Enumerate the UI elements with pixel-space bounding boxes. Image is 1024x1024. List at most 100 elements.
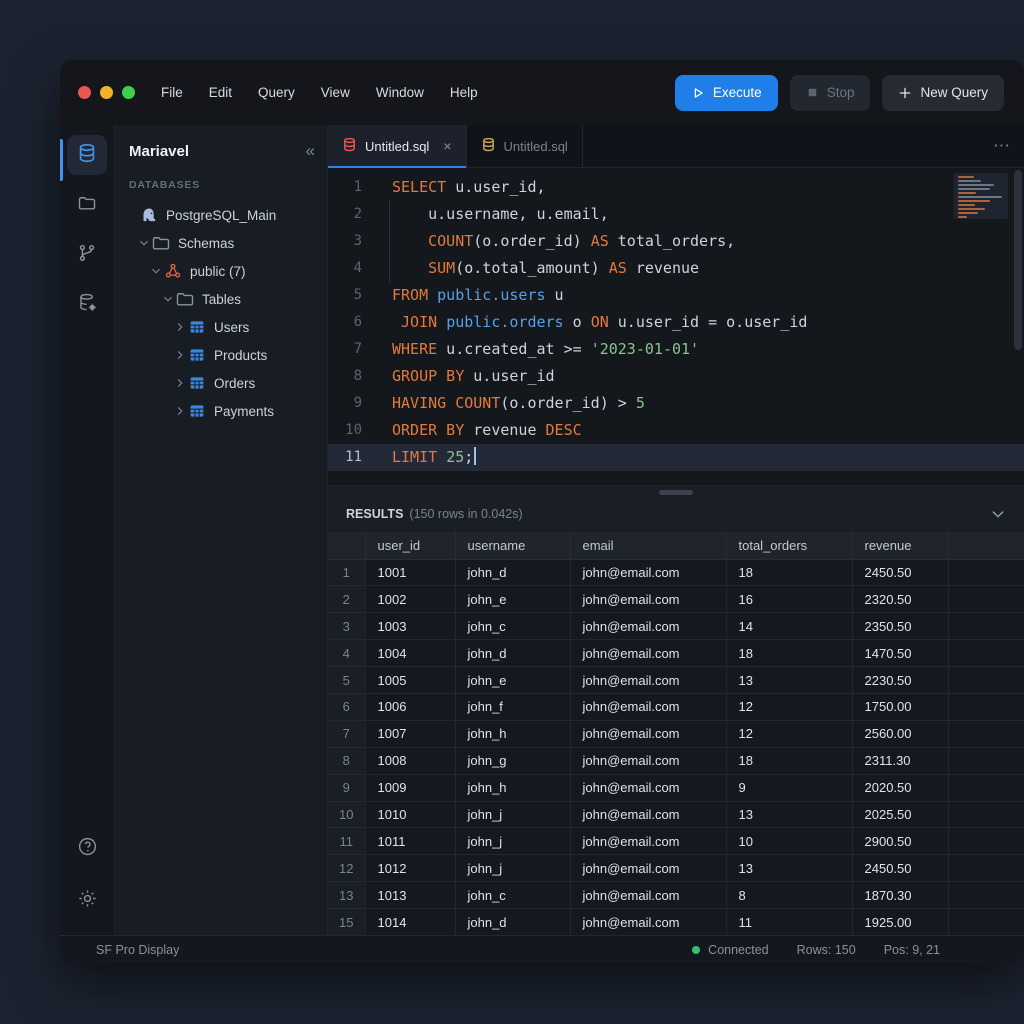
chevron-down-icon (161, 293, 175, 305)
table-row[interactable]: 41004john_djohn@email.com181470.50 (328, 640, 1024, 667)
rail-connections-button[interactable] (67, 235, 107, 275)
table-row[interactable]: 111011john_jjohn@email.com102900.50 (328, 828, 1024, 855)
code-text: FROM public.users u (372, 282, 564, 309)
cell-total_orders: 9 (726, 774, 852, 801)
table-row[interactable]: 51005john_ejohn@email.com132230.50 (328, 667, 1024, 694)
sql-editor[interactable]: 1SELECT u.user_id,2 u.username, u.email,… (328, 168, 1024, 485)
table-row[interactable]: 151014john_djohn@email.com111925.00 (328, 909, 1024, 935)
text-cursor (474, 447, 476, 465)
tab-2[interactable]: Untitled.sql (467, 125, 583, 167)
table-row[interactable]: 61006john_fjohn@email.com121750.00 (328, 693, 1024, 720)
table-row[interactable]: 81008john_gjohn@email.com182311.30 (328, 747, 1024, 774)
tree-item-schemas[interactable]: Schemas (115, 229, 327, 257)
cell-total_orders: 12 (726, 720, 852, 747)
window-controls (78, 86, 135, 99)
tab-close-icon[interactable]: × (443, 138, 451, 154)
status-left-label: SF Pro Display (96, 943, 179, 957)
code-line-4: 4 SUM(o.total_amount) AS revenue (328, 255, 1024, 282)
cell-email: john@email.com (570, 909, 726, 935)
table-icon (187, 318, 207, 336)
cell-email: john@email.com (570, 693, 726, 720)
code-line-1: 1SELECT u.user_id, (328, 174, 1024, 201)
row-number: 7 (328, 720, 365, 747)
rail-export-button[interactable] (67, 285, 107, 325)
table-row[interactable]: 131013john_cjohn@email.com81870.30 (328, 882, 1024, 909)
tree-item-tables[interactable]: Tables (115, 285, 327, 313)
code-line-6: 6 JOIN public.orders o ON u.user_id = o.… (328, 309, 1024, 336)
column-header-filler (948, 532, 1024, 559)
table-row[interactable]: 91009john_hjohn@email.com92020.50 (328, 774, 1024, 801)
execute-button[interactable]: Execute (675, 75, 778, 111)
table-row[interactable]: 121012john_jjohn@email.com132450.50 (328, 855, 1024, 882)
cell-email: john@email.com (570, 774, 726, 801)
tree-item-products[interactable]: Products (115, 341, 327, 369)
stop-label: Stop (827, 85, 855, 100)
tab-bar: Untitled.sql×Untitled.sql ⋯ (328, 125, 1024, 168)
table-row[interactable]: 11001john_djohn@email.com182450.50 (328, 559, 1024, 586)
tab-1-active[interactable]: Untitled.sql× (328, 125, 467, 167)
tree-item-postgresql-main[interactable]: PostgreSQL_Main (115, 201, 327, 229)
cell-user_id: 1006 (365, 693, 455, 720)
cell-revenue: 1750.00 (852, 693, 948, 720)
collapse-results-icon[interactable] (990, 506, 1006, 522)
tree-item-public-7-[interactable]: public (7) (115, 257, 327, 285)
code-area: 1SELECT u.user_id,2 u.username, u.email,… (328, 168, 1024, 471)
menu-window[interactable]: Window (376, 85, 424, 100)
rail-settings-button[interactable] (67, 881, 107, 921)
code-text: JOIN public.orders o ON u.user_id = o.us… (372, 309, 807, 336)
column-header-total_orders[interactable]: total_orders (726, 532, 852, 559)
cell-revenue: 2900.50 (852, 828, 948, 855)
cell-filler (948, 559, 1024, 586)
row-number: 5 (328, 667, 365, 694)
minimize-window-button[interactable] (100, 86, 113, 99)
table-row[interactable]: 31003john_cjohn@email.com142350.50 (328, 613, 1024, 640)
table-row[interactable]: 71007john_hjohn@email.com122560.00 (328, 720, 1024, 747)
code-text: u.username, u.email, (372, 201, 609, 228)
line-number: 5 (328, 282, 372, 309)
close-window-button[interactable] (78, 86, 91, 99)
minimap[interactable] (954, 173, 1008, 219)
tree-item-payments[interactable]: Payments (115, 397, 327, 425)
sidebar-collapse-icon[interactable]: « (306, 141, 313, 161)
column-header-email[interactable]: email (570, 532, 726, 559)
table-row[interactable]: 101010john_jjohn@email.com132025.50 (328, 801, 1024, 828)
editor-scrollbar[interactable] (1014, 170, 1022, 350)
new-query-button[interactable]: New Query (882, 75, 1004, 111)
menu-help[interactable]: Help (450, 85, 478, 100)
code-text: COUNT(o.order_id) AS total_orders, (372, 228, 735, 255)
column-header-username[interactable]: username (455, 532, 570, 559)
rail-help-button[interactable] (67, 829, 107, 869)
cell-revenue: 2450.50 (852, 855, 948, 882)
rail-databases-button[interactable] (67, 135, 107, 175)
table-row[interactable]: 21002john_ejohn@email.com162320.50 (328, 586, 1024, 613)
table-icon (187, 374, 207, 392)
menu-query[interactable]: Query (258, 85, 295, 100)
tree-item-label: Users (214, 320, 249, 335)
cell-filler (948, 909, 1024, 935)
tab-overflow-icon[interactable]: ⋯ (993, 125, 1010, 167)
cell-revenue: 2020.50 (852, 774, 948, 801)
menu-edit[interactable]: Edit (209, 85, 232, 100)
activity-rail (60, 125, 115, 935)
row-number: 13 (328, 882, 365, 909)
tree-item-users[interactable]: Users (115, 313, 327, 341)
connection-status: Connected (692, 943, 768, 957)
schema-icon (163, 262, 183, 280)
column-header-revenue[interactable]: revenue (852, 532, 948, 559)
column-header-user_id[interactable]: user_id (365, 532, 455, 559)
stop-button[interactable]: Stop (790, 75, 871, 111)
menu-file[interactable]: File (161, 85, 183, 100)
play-icon (691, 86, 705, 100)
zoom-window-button[interactable] (122, 86, 135, 99)
row-number: 9 (328, 774, 365, 801)
tree-item-label: Orders (214, 376, 255, 391)
chevron-right-icon (173, 377, 187, 389)
cell-email: john@email.com (570, 640, 726, 667)
cell-revenue: 1470.50 (852, 640, 948, 667)
tree-item-label: Schemas (178, 236, 234, 251)
tree-item-orders[interactable]: Orders (115, 369, 327, 397)
menu-view[interactable]: View (321, 85, 350, 100)
cell-revenue: 1925.00 (852, 909, 948, 935)
rail-files-button[interactable] (67, 185, 107, 225)
tree-item-label: public (7) (190, 264, 246, 279)
